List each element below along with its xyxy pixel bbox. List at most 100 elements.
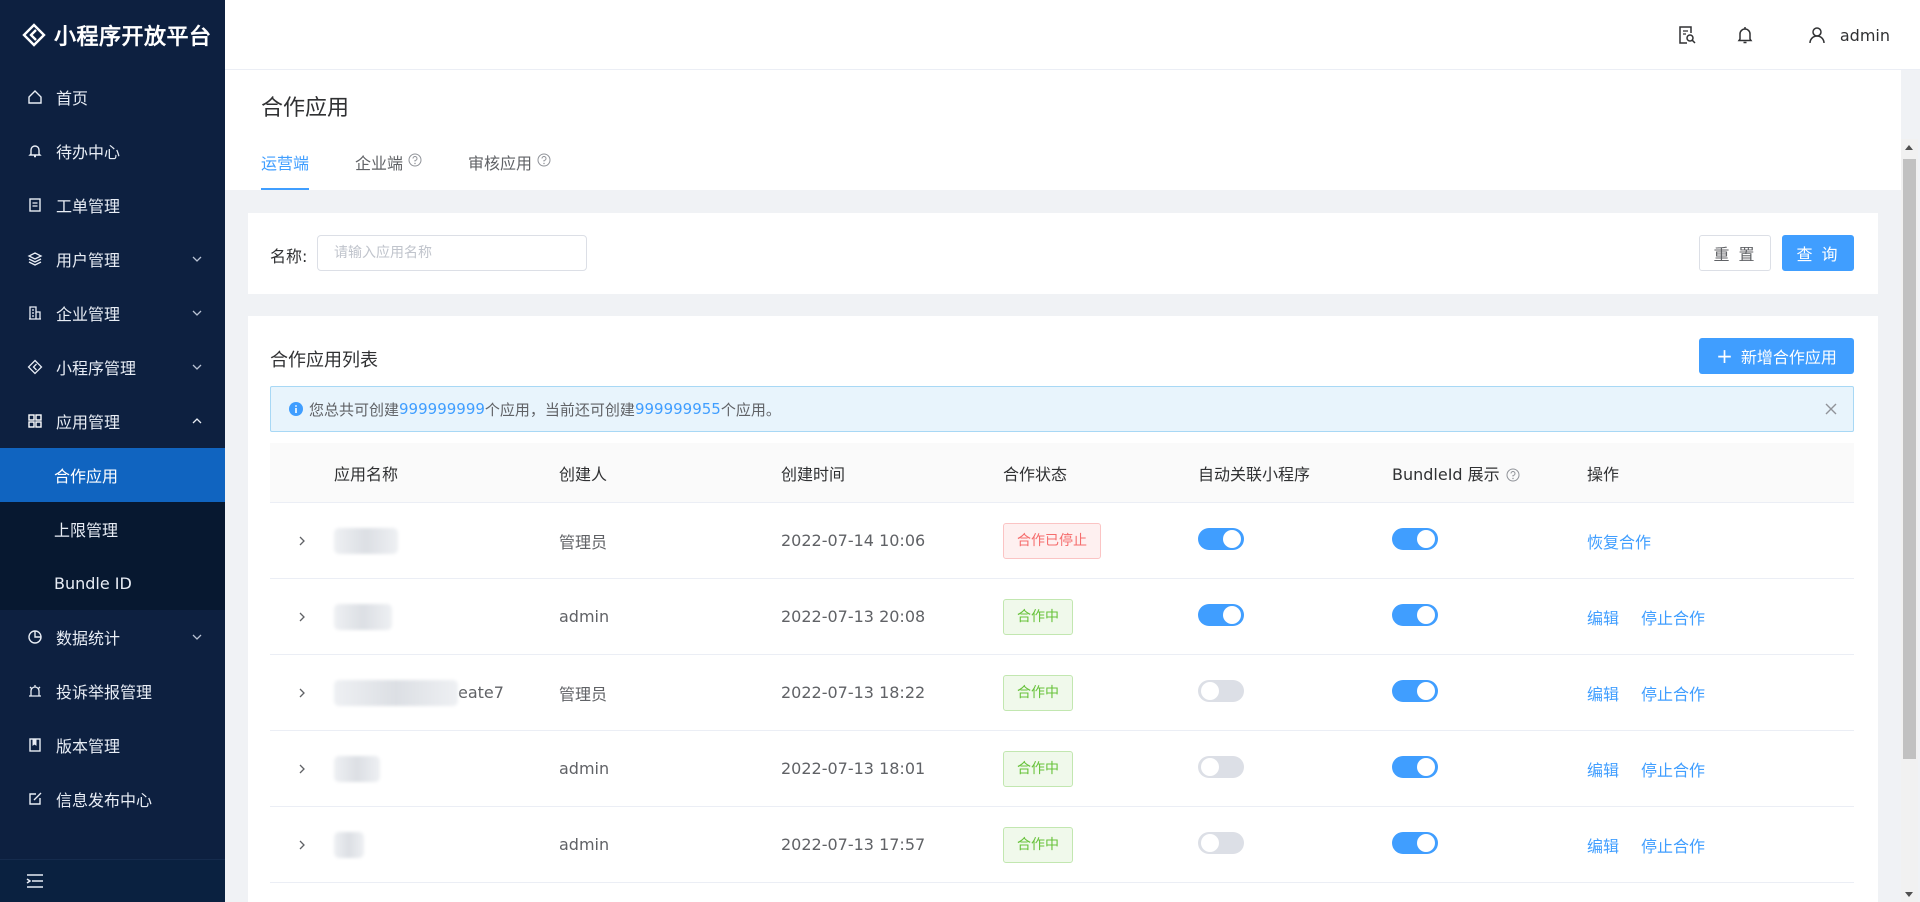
username[interactable]: admin [1840, 26, 1890, 45]
diamond-icon [26, 358, 44, 376]
alert-text-suffix: 个应用。 [720, 400, 781, 419]
resume-cooperation-link[interactable]: 恢复合作 [1587, 529, 1651, 553]
column-header-creator: 创建人 [559, 464, 608, 484]
auto-link-toggle[interactable] [1198, 603, 1244, 626]
auto-link-toggle[interactable] [1198, 527, 1244, 550]
edit-icon [26, 790, 44, 808]
edit-link[interactable]: 编辑 [1587, 757, 1619, 781]
app-logo[interactable]: 小程序开放平台 [0, 0, 225, 70]
sidebar-item-publish[interactable]: 信息发布中心 [0, 772, 225, 826]
stop-cooperation-link[interactable]: 停止合作 [1641, 605, 1705, 629]
expand-chevron-icon[interactable] [296, 763, 308, 775]
alert-text-middle: 个应用，当前还可创建 [484, 400, 635, 419]
bell-icon [26, 142, 44, 160]
table-header: 应用名称 创建人 创建时间 合作状态 自动关联小程序 BundleId 展示 操… [270, 443, 1854, 503]
sidebar-item-label: 版本管理 [56, 737, 121, 756]
status-badge: 合作中 [1003, 750, 1073, 787]
layers-icon [26, 250, 44, 268]
expand-chevron-icon[interactable] [296, 535, 308, 547]
auto-link-toggle[interactable] [1198, 755, 1244, 778]
reset-button[interactable]: 重 置 [1699, 235, 1771, 271]
tab-bar: 运营端 企业端 审核应用 [261, 142, 597, 190]
sidebar-item-home[interactable]: 首页 [0, 70, 225, 124]
tab-enterprise[interactable]: 企业端 [355, 142, 422, 190]
notification-bell-icon[interactable] [1734, 24, 1756, 46]
status-badge: 合作已停止 [1003, 522, 1101, 559]
book-icon [26, 736, 44, 754]
edit-link[interactable]: 编辑 [1587, 605, 1619, 629]
sidebar-item-todo[interactable]: 待办中心 [0, 124, 225, 178]
sidebar-collapse-toggle[interactable] [0, 859, 225, 902]
sidebar-item-label: 信息发布中心 [56, 791, 153, 810]
close-icon[interactable] [1823, 401, 1839, 417]
creator-cell: admin [559, 759, 610, 778]
logo-icon [22, 23, 46, 47]
blurred-app-name [334, 679, 458, 706]
search-input[interactable] [317, 235, 587, 271]
scroll-down-arrow-icon[interactable] [1905, 892, 1913, 897]
sidebar-item-enterprise[interactable]: 企业管理 [0, 286, 225, 340]
column-header-bundle-label: BundleId 展示 [1392, 464, 1500, 484]
clipboard-icon [26, 196, 44, 214]
edit-link[interactable]: 编辑 [1587, 833, 1619, 857]
query-button[interactable]: 查 询 [1782, 235, 1854, 271]
sidebar-item-label: 待办中心 [56, 143, 121, 162]
chevron-down-icon [192, 310, 202, 316]
pie-chart-icon [26, 628, 44, 646]
status-badge: 合作中 [1003, 826, 1073, 863]
sidebar-subitem-partner-apps[interactable]: 合作应用 [0, 448, 225, 502]
bundle-show-toggle[interactable] [1392, 831, 1438, 854]
sidebar-item-versions[interactable]: 版本管理 [0, 718, 225, 772]
stop-cooperation-link[interactable]: 停止合作 [1641, 757, 1705, 781]
sidebar-item-miniprogram[interactable]: 小程序管理 [0, 340, 225, 394]
expand-chevron-icon[interactable] [296, 839, 308, 851]
edit-link[interactable]: 编辑 [1587, 681, 1619, 705]
app-name-cell [334, 527, 559, 554]
sidebar-subitem-bundle-id[interactable]: Bundle ID [0, 556, 225, 610]
stop-cooperation-link[interactable]: 停止合作 [1641, 833, 1705, 857]
sidebar-item-apps[interactable]: 应用管理 [0, 394, 225, 448]
tab-operator[interactable]: 运营端 [261, 142, 310, 190]
auto-link-toggle[interactable] [1198, 831, 1244, 854]
status-badge: 合作中 [1003, 598, 1073, 635]
app-name-cell: eate7 [334, 679, 559, 706]
expand-chevron-icon[interactable] [296, 687, 308, 699]
sidebar-item-complaints[interactable]: 投诉举报管理 [0, 664, 225, 718]
sidebar-item-label: 企业管理 [56, 305, 121, 324]
column-header-auto-link: 自动关联小程序 [1198, 464, 1311, 484]
home-icon [26, 88, 44, 106]
page-header: 合作应用 运营端 企业端 审核应用 [225, 70, 1901, 190]
help-icon[interactable] [408, 153, 422, 167]
add-partner-app-button[interactable]: + 新增合作应用 [1699, 338, 1854, 374]
blurred-app-name [334, 831, 364, 858]
sidebar-item-statistics[interactable]: 数据统计 [0, 610, 225, 664]
chevron-down-icon [192, 256, 202, 262]
bundle-show-toggle[interactable] [1392, 755, 1438, 778]
bundle-show-toggle[interactable] [1392, 527, 1438, 550]
help-icon[interactable] [1506, 468, 1520, 482]
chevron-down-icon [192, 634, 202, 640]
app-title: 小程序开放平台 [54, 25, 212, 50]
scroll-up-arrow-icon[interactable] [1905, 145, 1913, 150]
chevron-up-icon [192, 418, 202, 424]
scrollbar-thumb[interactable] [1903, 159, 1916, 759]
page-scrollbar[interactable] [1901, 139, 1918, 902]
bundle-show-toggle[interactable] [1392, 603, 1438, 626]
tab-review[interactable]: 审核应用 [468, 142, 551, 190]
stop-cooperation-link[interactable]: 停止合作 [1641, 681, 1705, 705]
user-icon[interactable] [1806, 24, 1828, 46]
doc-search-icon[interactable] [1676, 24, 1698, 46]
alert-remaining-count: 999999955 [634, 400, 721, 418]
tab-label: 企业端 [355, 154, 404, 173]
sidebar-item-tickets[interactable]: 工单管理 [0, 178, 225, 232]
alarm-icon [26, 682, 44, 700]
bundle-show-toggle[interactable] [1392, 679, 1438, 702]
list-title: 合作应用列表 [270, 350, 378, 371]
sidebar-item-users[interactable]: 用户管理 [0, 232, 225, 286]
sidebar-item-label: 工单管理 [56, 197, 121, 216]
table-row: 管理员 2022-07-14 10:06 合作已停止 恢复合作 [270, 503, 1854, 579]
help-icon[interactable] [537, 153, 551, 167]
sidebar-subitem-limit[interactable]: 上限管理 [0, 502, 225, 556]
auto-link-toggle[interactable] [1198, 679, 1244, 702]
expand-chevron-icon[interactable] [296, 611, 308, 623]
